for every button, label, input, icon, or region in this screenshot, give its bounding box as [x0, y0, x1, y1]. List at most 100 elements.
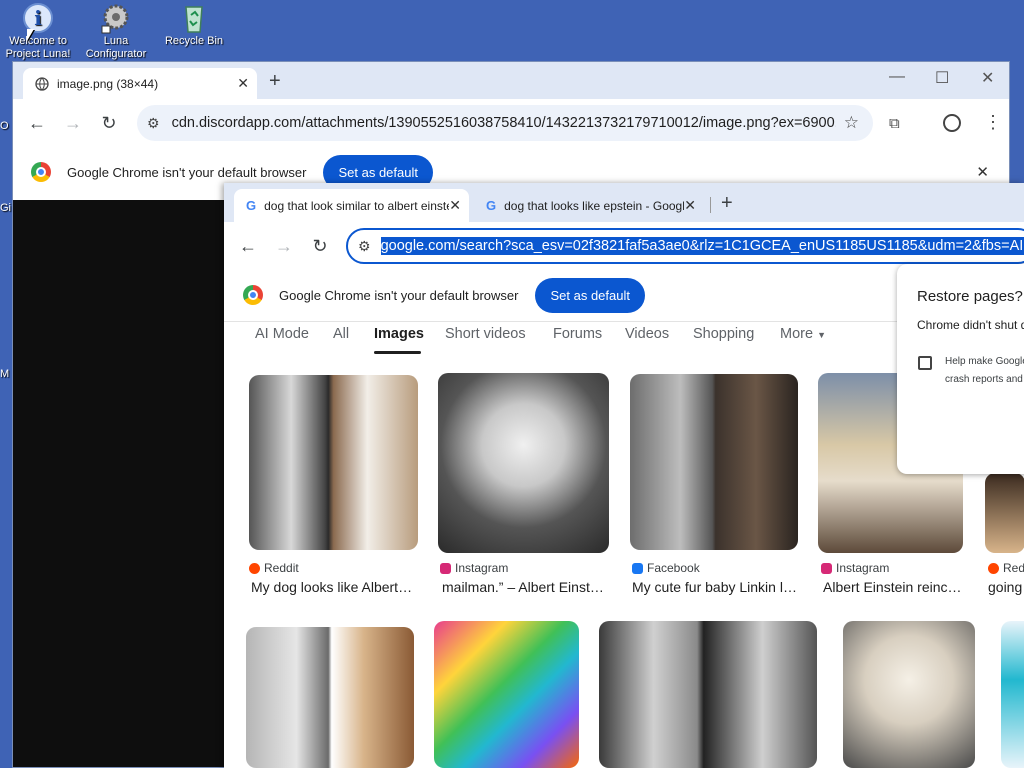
chrome-logo-icon	[31, 162, 51, 182]
tab-einstein-search[interactable]: G dog that look similar to albert einste…	[234, 189, 469, 222]
tab-title: image.png (38×44)	[57, 76, 159, 91]
bookmark-star-icon[interactable]: ☆	[844, 113, 859, 133]
result-caption[interactable]: mailman.” – Albert Einstein	[442, 579, 604, 595]
address-bar[interactable]: ⚙ google.com/search?sca_esv=02f3821faf5a…	[346, 228, 1024, 264]
result-source[interactable]: Reddit	[249, 561, 299, 575]
result-image[interactable]	[249, 375, 418, 550]
tab-search-icon[interactable]: ⧉	[889, 115, 900, 132]
close-window-button[interactable]: ✕	[981, 68, 994, 88]
result-image[interactable]	[599, 621, 817, 768]
result-source[interactable]: Instagram	[821, 561, 889, 575]
google-g-icon: G	[486, 198, 497, 213]
desktop-icon-recycle-bin[interactable]: Recycle Bin	[156, 2, 232, 48]
result-source[interactable]: Facebook	[632, 561, 700, 575]
address-bar[interactable]: ⚙ cdn.discordapp.com/attachments/1390552…	[137, 105, 873, 141]
forward-button[interactable]: →	[266, 236, 302, 257]
profile-icon[interactable]	[943, 114, 961, 132]
desktop-icon-welcome[interactable]: i Welcome to Project Luna!	[0, 2, 76, 61]
checkbox-label: crash reports and	[945, 374, 1023, 385]
desktop-icon-label: Recycle Bin	[164, 35, 224, 47]
source-name: Instagram	[455, 561, 509, 575]
source-name: Reddit	[1003, 561, 1024, 575]
restore-title: Restore pages?	[917, 288, 1023, 305]
tab-videos[interactable]: Videos	[625, 326, 669, 342]
url-text: cdn.discordapp.com/attachments/139055251…	[171, 115, 836, 131]
site-info-icon[interactable]: ⚙	[147, 115, 160, 132]
recycle-bin-icon	[185, 6, 203, 33]
close-tab-icon[interactable]: ✕	[449, 197, 461, 214]
result-image[interactable]	[434, 621, 579, 768]
caret-down-icon: ▼	[817, 330, 826, 340]
tab-strip: G dog that look similar to albert einste…	[224, 183, 1024, 222]
desktop-edge-text: O	[0, 120, 9, 132]
infobar-message: Google Chrome isn't your default browser	[67, 164, 307, 180]
image-viewer-area	[13, 200, 225, 767]
result-image[interactable]	[985, 473, 1024, 553]
mouse-cursor-icon	[27, 29, 34, 41]
crash-report-checkbox[interactable]	[918, 356, 932, 370]
tab-epstein-search[interactable]: G dog that looks like epstein - Google S…	[474, 189, 704, 222]
tab-image[interactable]: image.png (38×44) ✕	[23, 68, 257, 99]
tab-more[interactable]: More ▼	[780, 326, 826, 342]
back-button[interactable]: ←	[19, 113, 55, 134]
source-name: Facebook	[647, 561, 700, 575]
result-source[interactable]: Reddit	[988, 561, 1024, 575]
desktop-icon-label: Welcome to Project Luna!	[5, 35, 71, 60]
maximize-button[interactable]: ☐	[935, 68, 949, 88]
gear-icon	[101, 4, 129, 34]
tab-separator	[710, 197, 711, 213]
tab-forums[interactable]: Forums	[553, 326, 602, 342]
source-name: Reddit	[264, 561, 299, 575]
reload-button[interactable]: ↻	[91, 113, 127, 134]
instagram-icon	[440, 562, 451, 574]
new-tab-button[interactable]: +	[269, 70, 281, 93]
set-default-button[interactable]: Set as default	[535, 277, 645, 313]
result-source[interactable]: Instagram	[440, 561, 508, 575]
facebook-icon	[632, 562, 643, 574]
desktop-icon-configurator[interactable]: Luna Configurator	[78, 2, 154, 61]
desktop-edge-text: Gi	[0, 202, 11, 214]
restore-pages-dialog: Restore pages? Chrome didn't shut down c…	[897, 264, 1024, 474]
result-caption[interactable]: going	[988, 579, 1024, 595]
result-image[interactable]	[630, 374, 798, 550]
result-image[interactable]	[1001, 621, 1024, 768]
restore-body: Chrome didn't shut down correctly.	[917, 318, 1024, 332]
tab-strip: image.png (38×44) ✕ + — ☐ ✕	[13, 62, 1009, 99]
instagram-icon	[821, 562, 832, 574]
google-g-icon: G	[246, 198, 257, 213]
result-caption[interactable]: Albert Einstein reincarnated	[823, 579, 963, 595]
source-name: Instagram	[836, 561, 890, 575]
url-text: google.com/search?sca_esv=02f3821faf5a3a…	[380, 237, 1024, 255]
minimize-button[interactable]: —	[889, 68, 905, 86]
tab-ai-mode[interactable]: AI Mode	[255, 326, 309, 342]
infobar-message: Google Chrome isn't your default browser	[279, 287, 519, 303]
tab-short-videos[interactable]: Short videos	[445, 326, 526, 342]
tab-shopping[interactable]: Shopping	[693, 326, 754, 342]
close-infobar-icon[interactable]: ✕	[976, 163, 989, 181]
desktop-edge-text: M	[0, 368, 10, 380]
tab-images[interactable]: Images	[374, 326, 424, 342]
checkbox-label: Help make Google Chrome better by sendin…	[945, 356, 1024, 367]
result-image[interactable]	[246, 627, 414, 768]
reddit-icon	[249, 562, 260, 574]
front-browser-window: G dog that look similar to albert einste…	[224, 183, 1024, 768]
result-caption[interactable]: My cute fur baby Linkin looks	[632, 579, 798, 595]
result-caption[interactable]: My dog looks like Albert Einstein	[251, 579, 413, 595]
reddit-icon	[988, 562, 999, 574]
svg-text:i: i	[34, 6, 42, 30]
close-tab-icon[interactable]: ✕	[237, 75, 249, 92]
desktop-icon-label: Luna Configurator	[85, 35, 147, 60]
chrome-logo-icon	[243, 285, 263, 305]
close-tab-icon[interactable]: ✕	[684, 197, 696, 214]
menu-icon[interactable]: ⋮	[984, 112, 1002, 133]
back-button[interactable]: ←	[230, 236, 266, 257]
more-label: More	[780, 326, 814, 342]
site-info-icon[interactable]: ⚙	[358, 238, 371, 255]
result-image[interactable]	[843, 621, 975, 768]
tab-all[interactable]: All	[333, 326, 349, 342]
new-tab-button[interactable]: +	[721, 192, 733, 215]
result-image[interactable]	[438, 373, 609, 553]
globe-icon	[35, 76, 49, 91]
reload-button[interactable]: ↻	[302, 236, 338, 257]
forward-button[interactable]: →	[55, 113, 91, 134]
